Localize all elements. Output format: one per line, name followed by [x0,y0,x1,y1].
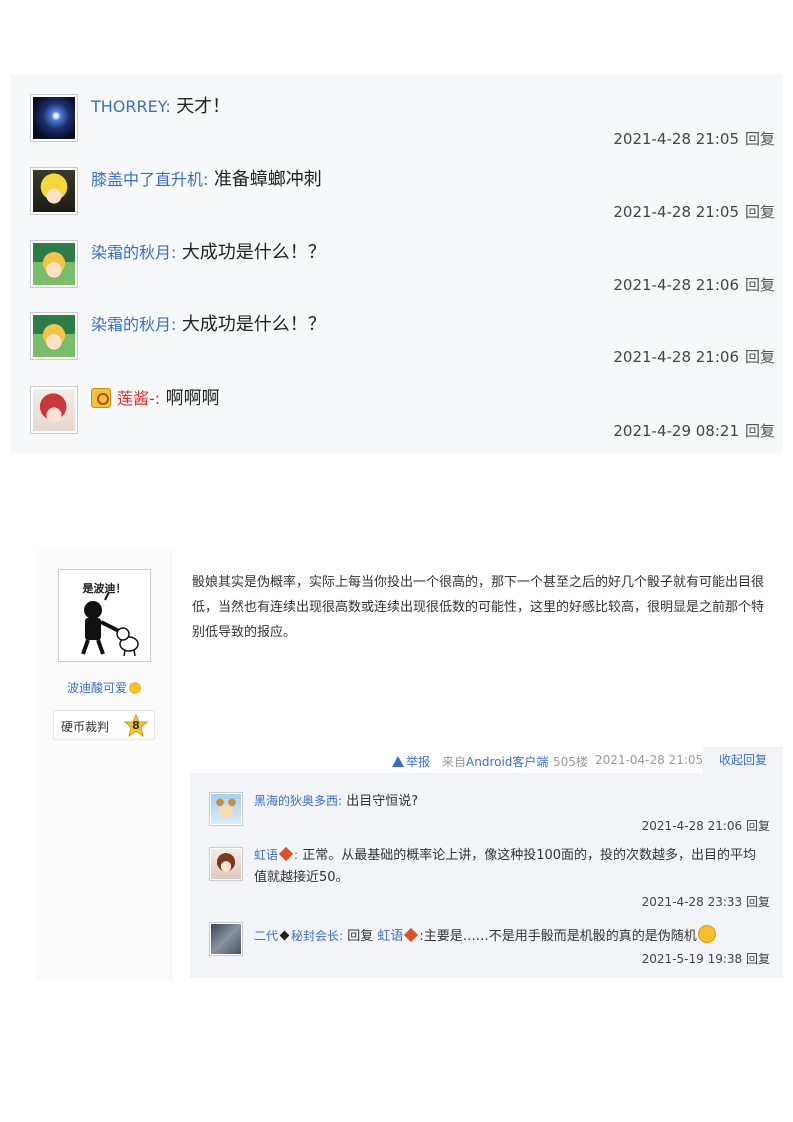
reply-content: 大成功是什么！？ [181,314,326,335]
reply-button[interactable]: 回复 [745,130,775,148]
maple-leaf-icon [404,927,419,943]
post-author-sidebar: 是波迪！ 波迪酸可爱 硬币裁判 8 [36,550,172,980]
reply-time: 2021-4-28 23:33 [641,895,743,909]
level-star-icon: 8 [123,713,149,738]
member-badge-icon[interactable] [91,388,111,408]
report-button[interactable]: 举报 [392,753,430,770]
red-hair-avatar-image [33,389,75,431]
reply-item: 染霜的秋月: 大成功是什么！？ 2021-4-28 21:06 回复 [11,292,783,366]
reply-button[interactable]: 回复 [745,348,775,366]
username-separator: : [339,929,344,943]
reply-word: 回复 [347,929,374,944]
reply-username[interactable]: 黑海的狄奥多西 [254,794,338,808]
username-separator: : [165,97,171,116]
bear-avatar-image [211,794,241,824]
reply-time: 2021-4-28 21:06 [641,819,743,833]
warning-icon [392,756,404,767]
avatar-caption: 是波迪！ [82,582,127,595]
reply-username[interactable]: THORREY [91,97,165,116]
reply-target-user[interactable]: 虹语 [377,929,403,944]
user-avatar[interactable] [30,240,78,288]
smile-icon [129,682,141,694]
username-separator: : [171,243,177,262]
gray-avatar-image [211,924,241,954]
reply-time: 2021-5-19 19:38 [641,952,743,966]
reply-time: 2021-4-29 08:21 [613,422,739,440]
reply-username[interactable]: 虹语 [254,848,278,862]
reply-item: 膝盖中了直升机: 准备蟑螂冲刺 2021-4-28 21:05 回复 [11,147,783,221]
reply-content: 大成功是什么！？ [181,242,326,263]
username-separator: : [154,389,161,408]
reply-item: 莲酱-: 啊啊啊 2021-4-29 08:21 回复 [11,366,783,440]
reply-content: 天才！ [176,96,231,117]
reply-content: :主要是……不是用手骰而是机骰的真的是伪随机 [419,929,697,944]
reply-content: 准备蟑螂冲刺 [213,169,322,190]
user-avatar[interactable] [30,312,78,360]
user-avatar[interactable] [30,94,78,142]
reply-content: 出目守恒说? [346,794,419,809]
reply-panel: THORREY: 天才！ 2021-4-28 21:05 回复 膝盖中了直升机: … [11,74,783,453]
user-avatar[interactable] [209,792,243,826]
reply-button[interactable]: 回复 [746,895,770,909]
level-title: 硬币裁判 [61,720,110,734]
reply-username-part-b[interactable]: 秘封会长 [291,929,339,943]
reply-button[interactable]: 回复 [746,819,770,833]
client-link[interactable]: Android客户端 [466,755,548,769]
user-avatar[interactable] [30,386,78,434]
username-separator: : [171,315,177,334]
post-author-name[interactable]: 波迪酸可爱 [67,681,127,695]
emoji-icon [697,925,716,943]
maple-leaf-icon [278,846,294,862]
reply-button[interactable]: 回复 [745,203,775,221]
reply-button[interactable]: 回复 [745,422,775,440]
reply-time: 2021-4-28 21:06 [613,348,739,366]
post-author-avatar[interactable]: 是波迪！ [58,569,151,662]
girl-avatar-image [211,849,241,879]
reply-button[interactable]: 回复 [746,952,770,966]
reply-item: THORREY: 天才！ 2021-4-28 21:05 回复 [11,74,783,148]
reply-username-part-a[interactable]: 二代 [254,929,278,943]
post-content: 骰娘其实是伪概率，实际上每当你投出一个很高的，那下一个甚至之后的好几个骰子就有可… [192,575,765,640]
reply-content: 正常。从最基础的概率论上讲，像这种投100面的，投的次数越多，出目的平均值就越接… [254,848,757,885]
reply-username[interactable]: 莲酱- [117,389,155,408]
collapse-replies-button[interactable]: 收起回复 [703,747,783,773]
reply-time: 2021-4-28 21:05 [613,130,739,148]
reply-item: 染霜的秋月: 大成功是什么！？ 2021-4-28 21:06 回复 [11,220,783,294]
reply-time: 2021-4-28 21:05 [613,203,739,221]
sub-reply-panel: 黑海的狄奥多西: 出目守恒说? 2021-4-28 21:06 回复 虹语: 正… [190,773,783,978]
user-avatar[interactable] [209,847,243,881]
green-anime-avatar-image [33,243,75,285]
reply-username[interactable]: 染霜的秋月 [91,315,171,334]
post-time: 2021-04-28 21:05 [595,753,704,767]
user-avatar[interactable] [30,167,78,215]
username-separator: : [203,170,209,189]
reply-username[interactable]: 染霜的秋月 [91,243,171,262]
diamond-icon [279,930,290,941]
username-separator: : [338,794,343,808]
post-tail-bar: 举报 来自Android客户端 505楼 2021-04-28 21:05 收起… [190,747,783,773]
user-avatar[interactable] [209,922,243,956]
username-separator: : [294,848,299,862]
level-number: 8 [132,719,140,732]
space-avatar-image [33,97,75,139]
reply-username[interactable]: 膝盖中了直升机 [91,170,203,189]
blonde-anime-avatar-image [33,170,75,212]
client-source: 来自Android客户端 [442,755,549,769]
floor-number: 505楼 [553,755,588,769]
reply-content: 啊啊啊 [165,388,220,409]
green-anime-avatar-image [33,315,75,357]
user-level-badge[interactable]: 硬币裁判 8 [53,710,155,740]
